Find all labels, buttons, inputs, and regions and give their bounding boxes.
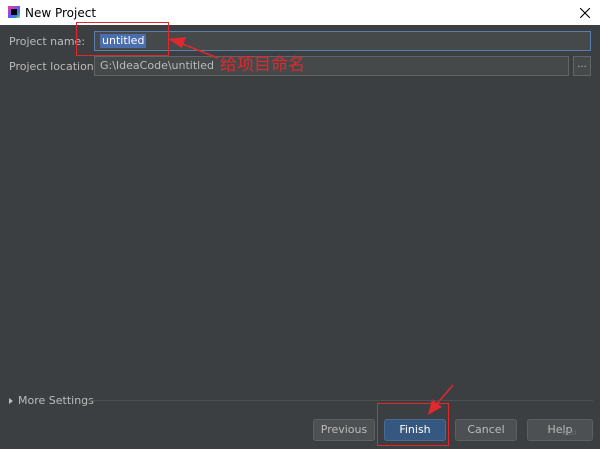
expand-triangle-icon	[9, 397, 13, 404]
more-settings-toggle[interactable]: More Settings	[9, 394, 94, 407]
watermark: ooo	[562, 428, 577, 437]
separator	[88, 400, 593, 401]
more-settings-label: More Settings	[18, 394, 94, 407]
annotation-box-finish	[377, 403, 449, 446]
cancel-button[interactable]: Cancel	[455, 419, 517, 441]
help-button[interactable]: Help	[527, 419, 593, 441]
annotation-arrow-icon	[168, 37, 454, 415]
previous-button[interactable]: Previous	[313, 419, 375, 441]
